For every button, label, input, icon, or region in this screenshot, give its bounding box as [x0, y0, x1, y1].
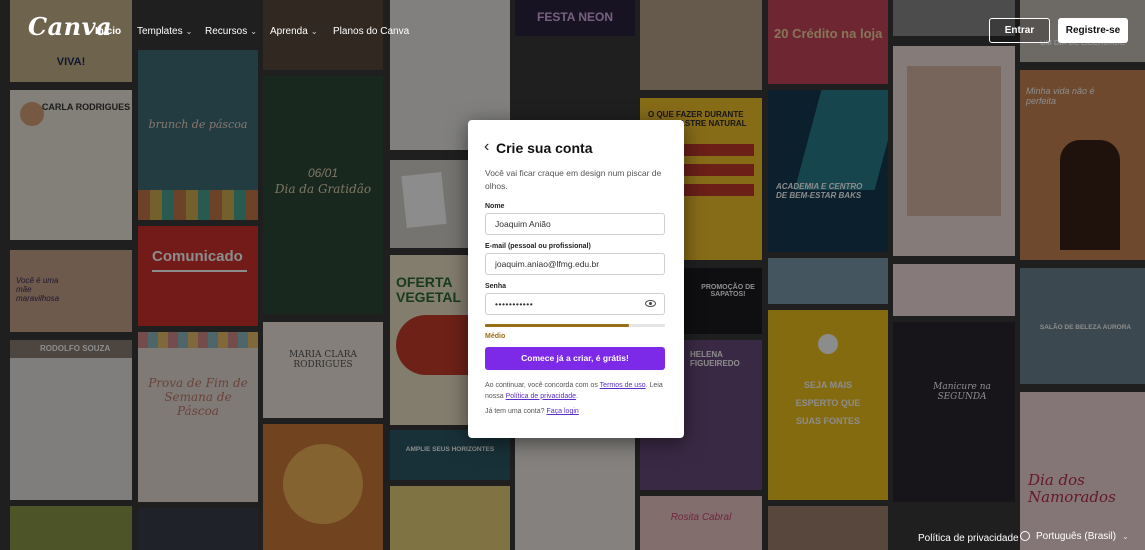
chevron-down-icon: ⌄	[185, 27, 193, 36]
email-field[interactable]: joaquim.aniao@lfmg.edu.br	[485, 253, 665, 275]
template-tile[interactable]: Rosita Cabral	[640, 496, 762, 550]
modal-title: Crie sua conta	[496, 140, 593, 156]
language-label: Português (Brasil)	[1036, 531, 1117, 542]
top-navigation: Canva Início Templates ⌄ Recursos ⌄ Aprend…	[0, 0, 1145, 62]
template-tile[interactable]: CARLA RODRIGUES	[10, 90, 132, 240]
template-tile[interactable]: ACADEMIA E CENTRO DE BEM-ESTAR BAKS	[768, 90, 888, 252]
template-tile[interactable]: Prova de Fim de Semana de Páscoa	[138, 332, 258, 502]
nav-templates-label: Templates	[137, 26, 183, 37]
name-field[interactable]: Joaquim Anião	[485, 213, 665, 235]
template-tile[interactable]	[768, 506, 888, 550]
password-strength-bar	[485, 324, 629, 327]
template-tile[interactable]	[768, 258, 888, 304]
legal-end: .	[576, 392, 579, 400]
language-selector[interactable]: Português (Brasil) ⌄	[1020, 531, 1129, 542]
signup-button[interactable]: Registre-se	[1058, 18, 1128, 43]
nav-recursos-label: Recursos	[205, 26, 248, 37]
template-tile[interactable]	[893, 46, 1015, 256]
privacy-link[interactable]: Política de privacidade	[506, 393, 576, 400]
globe-icon	[1020, 531, 1030, 542]
password-field[interactable]: •••••••••••	[485, 293, 665, 315]
template-tile[interactable]: brunch de páscoa	[138, 50, 258, 220]
template-tile[interactable]: RODOLFO SOUZA	[10, 340, 132, 500]
template-tile[interactable]	[390, 486, 510, 550]
template-tile[interactable]: Manicure na SEGUNDA	[893, 322, 1015, 502]
signup-modal: ‹ Crie sua conta Você vai ficar craque e…	[468, 120, 684, 438]
login-button[interactable]: Entrar	[989, 18, 1050, 43]
show-password-icon[interactable]	[645, 300, 656, 307]
back-icon[interactable]: ‹	[484, 138, 489, 156]
nav-templates[interactable]: Templates ⌄	[137, 26, 192, 37]
login-link[interactable]: Faça login	[546, 408, 578, 415]
legal-text: Ao continuar, você concorda com os Termo…	[485, 381, 675, 402]
template-tile[interactable]	[893, 264, 1015, 316]
nav-aprenda[interactable]: Aprenda ⌄	[270, 26, 318, 37]
password-label: Senha	[485, 283, 507, 290]
email-label: E-mail (pessoal ou profissional)	[485, 243, 591, 250]
template-tile[interactable]: Você é uma mãe maravilhosa	[10, 250, 132, 332]
template-tile[interactable]: MARIA CLARA RODRIGUES	[263, 322, 383, 418]
template-tile[interactable]	[263, 424, 383, 550]
footer-privacy-link[interactable]: Política de privacidade	[918, 533, 1019, 544]
chevron-down-icon: ⌄	[250, 27, 257, 36]
template-tile[interactable]: SALÃO DE BELEZA AURORA	[1020, 268, 1145, 384]
nav-recursos[interactable]: Recursos ⌄	[205, 26, 257, 37]
nav-aprenda-label: Aprenda	[270, 26, 308, 37]
template-tile[interactable]: SEJA MAIS ESPERTO QUE SUAS FONTES	[768, 310, 888, 500]
template-tile[interactable]: Dia dos Namorados	[1020, 392, 1145, 550]
login-prompt: Já tem uma conta? Faça login	[485, 408, 579, 415]
password-strength-label: Médio	[485, 333, 506, 340]
template-tile[interactable]: Minha vida não é perfeita	[1020, 70, 1145, 260]
create-account-button[interactable]: Comece já a criar, é grátis!	[485, 347, 665, 370]
nav-planos[interactable]: Planos do Canva	[333, 26, 409, 37]
modal-subtitle: Você vai ficar craque em design num pisc…	[485, 168, 662, 191]
chevron-down-icon: ⌄	[1122, 532, 1129, 541]
template-tile[interactable]	[10, 506, 132, 550]
legal-prefix: Ao continuar, você concorda com os	[485, 382, 600, 389]
chevron-down-icon: ⌄	[310, 27, 318, 36]
name-label: Nome	[485, 203, 505, 210]
template-tile[interactable]: Comunicado	[138, 226, 258, 326]
has-account-text: Já tem uma conta?	[485, 408, 547, 415]
nav-inicio[interactable]: Início	[95, 26, 121, 37]
password-value: •••••••••••	[495, 299, 534, 309]
terms-link[interactable]: Termos de uso	[600, 382, 646, 389]
template-tile[interactable]	[138, 508, 258, 550]
template-tile[interactable]: 06/01 Dia da Gratidão	[263, 76, 383, 314]
